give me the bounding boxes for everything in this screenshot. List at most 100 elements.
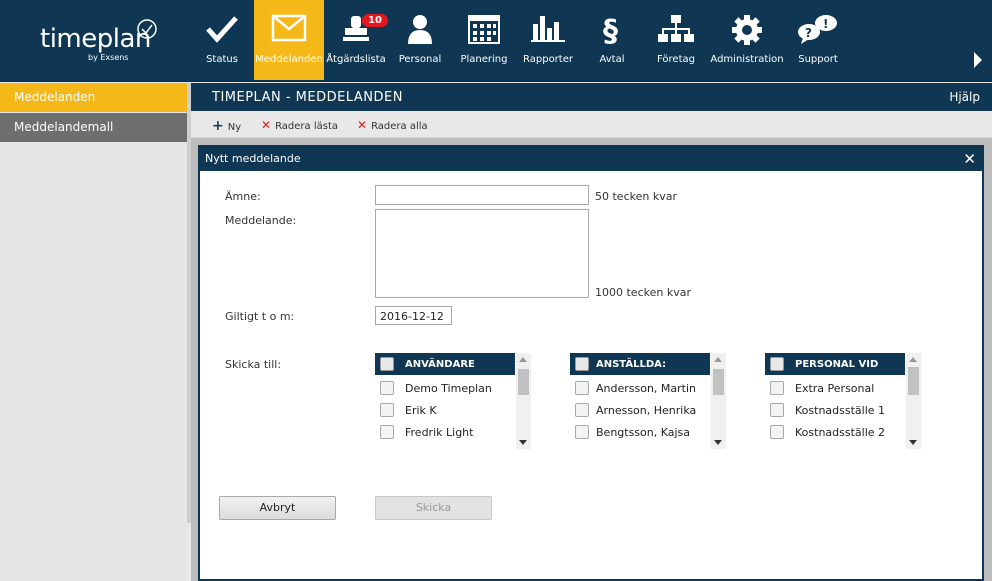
list-item[interactable]: Bengtsson, Kajsa — [570, 421, 710, 443]
nav-status[interactable]: Status — [190, 0, 254, 80]
delete-icon: ✕ — [357, 118, 368, 132]
scroll-thumb[interactable] — [713, 369, 724, 395]
list-item[interactable]: Erik K — [375, 399, 515, 421]
send-to-label: Skicka till: — [225, 358, 282, 371]
scroll-thumb[interactable] — [518, 369, 529, 395]
chat-help-icon: ! ? — [798, 15, 837, 44]
checkbox[interactable] — [380, 425, 394, 439]
select-all-users-checkbox[interactable] — [380, 357, 394, 371]
org-chart-icon — [658, 15, 694, 42]
list-item-label: Fredrik Light — [405, 426, 474, 439]
notification-badge: 10 — [362, 14, 388, 27]
new-message-dialog: Nytt meddelande ✕ Ämne: 50 tecken kvar M… — [198, 145, 984, 581]
scroll-down-icon[interactable] — [519, 440, 527, 445]
cancel-button[interactable]: Avbryt — [219, 496, 336, 520]
help-link[interactable]: Hjälp — [949, 90, 980, 104]
list-item-label: Arnesson, Henrika — [596, 404, 697, 417]
svg-text:!: ! — [823, 17, 828, 31]
timeplan-logo[interactable]: timeplan by Exsens — [40, 18, 160, 64]
nav-atgardslista[interactable]: 10 Åtgärdslista — [324, 0, 388, 80]
dialog-title: Nytt meddelande — [205, 152, 301, 165]
delete-read-button[interactable]: ✕ Radera lästa — [261, 118, 338, 132]
valid-until-date-input[interactable]: 2016-12-12 — [375, 306, 452, 325]
checkbox[interactable] — [770, 425, 784, 439]
nav-rapporter[interactable]: Rapporter — [516, 0, 580, 80]
list-item[interactable]: Fredrik Light — [375, 421, 515, 443]
checkbox[interactable] — [575, 425, 589, 439]
list-header-label: ANVÄNDARE — [405, 359, 475, 370]
svg-text:§: § — [603, 14, 618, 46]
envelope-icon — [271, 14, 307, 42]
checkbox[interactable] — [575, 381, 589, 395]
nav-avtal[interactable]: § Avtal — [580, 0, 644, 80]
scroll-down-icon[interactable] — [909, 440, 917, 445]
checkbox[interactable] — [575, 403, 589, 417]
scroll-up-icon[interactable] — [519, 357, 527, 362]
nav-label: Meddelanden — [255, 54, 323, 65]
sidebar: Meddelanden Meddelandemall — [0, 83, 187, 581]
select-all-employees-checkbox[interactable] — [575, 357, 589, 371]
send-button[interactable]: Skicka — [375, 496, 492, 520]
checkbox[interactable] — [770, 381, 784, 395]
list-item[interactable]: Demo Timeplan — [375, 377, 515, 399]
clock-check-icon — [137, 19, 157, 39]
checkbox[interactable] — [380, 403, 394, 417]
delete-all-button[interactable]: ✕ Radera alla — [357, 118, 428, 132]
select-all-personnel-checkbox[interactable] — [770, 357, 784, 371]
svg-text:?: ? — [805, 26, 812, 40]
list-item-label: Kostnadsställe 1 — [795, 404, 886, 417]
list-item[interactable]: Kostnadsställe 1 — [765, 399, 905, 421]
nav-administration[interactable]: Administration — [708, 0, 786, 80]
list-item[interactable]: Extra Personal — [765, 377, 905, 399]
nav-foretag[interactable]: Företag — [644, 0, 708, 80]
subject-input[interactable] — [375, 185, 589, 205]
checkmark-icon — [206, 16, 238, 43]
list-scrollbar[interactable] — [516, 353, 531, 449]
new-button[interactable]: + Ny — [212, 118, 241, 134]
nav-meddelanden[interactable]: Meddelanden — [254, 0, 324, 80]
list-header: ANSTÄLLDA: — [570, 353, 710, 375]
nav-personal[interactable]: Personal — [388, 0, 452, 80]
sidebar-item-meddelandemall[interactable]: Meddelandemall — [0, 113, 187, 142]
nav-support[interactable]: ! ? Support — [786, 0, 850, 80]
list-item-label: Demo Timeplan — [405, 382, 492, 395]
close-icon[interactable]: ✕ — [963, 150, 976, 168]
list-item[interactable]: Arnesson, Henrika — [570, 399, 710, 421]
nav-label: Rapporter — [523, 54, 573, 65]
checkbox[interactable] — [770, 403, 784, 417]
nav-label: Åtgärdslista — [326, 54, 386, 65]
employees-list: ANSTÄLLDA: Andersson, Martin Arnesson, H… — [570, 353, 726, 449]
nav-label: Avtal — [599, 54, 625, 65]
valid-until-label: Giltigt t o m: — [225, 310, 295, 323]
message-chars-left: 1000 tecken kvar — [595, 286, 691, 299]
sidebar-item-meddelanden[interactable]: Meddelanden — [0, 83, 187, 112]
delete-icon: ✕ — [261, 118, 272, 132]
calendar-icon — [468, 15, 500, 44]
dialog-header: Nytt meddelande ✕ — [200, 147, 982, 171]
toolbar: + Ny ✕ Radera lästa ✕ Radera alla — [191, 111, 992, 138]
list-item-label: Andersson, Martin — [596, 382, 697, 395]
list-scrollbar[interactable] — [906, 353, 921, 449]
message-textarea[interactable] — [375, 209, 589, 298]
users-list: ANVÄNDARE Demo Timeplan Erik K Fredrik L… — [375, 353, 531, 449]
new-button-label: Ny — [227, 122, 242, 133]
nav-label: Personal — [398, 54, 442, 65]
scroll-up-icon[interactable] — [714, 357, 722, 362]
logo-byline: by Exsens — [88, 53, 129, 62]
scroll-up-icon[interactable] — [909, 357, 917, 362]
list-header: PERSONAL VID — [765, 353, 905, 375]
bar-chart-icon — [531, 16, 565, 42]
nav-scroll-right-icon[interactable] — [974, 52, 982, 68]
checkbox[interactable] — [380, 381, 394, 395]
scroll-thumb[interactable] — [908, 367, 919, 395]
nav-planering[interactable]: Planering — [452, 0, 516, 80]
list-header: ANVÄNDARE — [375, 353, 515, 375]
list-item[interactable]: Kostnadsställe 2 — [765, 421, 905, 443]
subject-chars-left: 50 tecken kvar — [595, 190, 677, 203]
nav-label: Planering — [460, 54, 508, 65]
list-scrollbar[interactable] — [711, 353, 726, 449]
message-label: Meddelande: — [225, 214, 297, 227]
list-item[interactable]: Andersson, Martin — [570, 377, 710, 399]
page-title: TIMEPLAN - MEDDELANDEN — [212, 90, 403, 105]
scroll-down-icon[interactable] — [714, 440, 722, 445]
